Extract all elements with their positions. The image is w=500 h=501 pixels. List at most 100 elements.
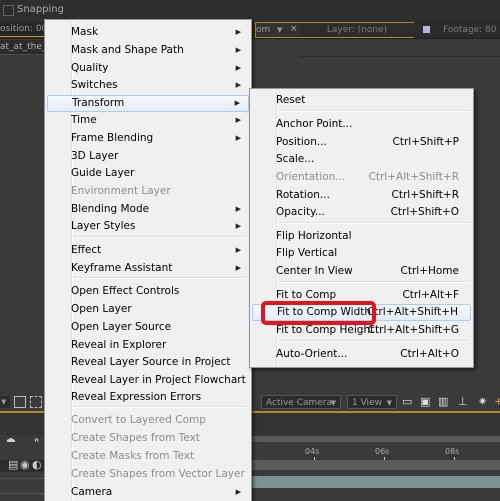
submenu-item-scale[interactable]: Scale... xyxy=(252,151,471,168)
shortcut-label: Ctrl+Alt+Shift+H xyxy=(366,306,458,318)
menu-item-label: Guide Layer xyxy=(71,167,135,179)
menu-separator xyxy=(278,281,469,283)
menu-item-frame-blending[interactable]: Frame Blending ▶ xyxy=(47,130,249,147)
submenu-item-orientation: Orientation... Ctrl+Alt+Shift+R xyxy=(252,169,471,186)
menu-item-quality[interactable]: Quality ▶ xyxy=(47,60,249,77)
footage-swatch-icon xyxy=(423,26,430,33)
menu-item-label: Reveal in Explorer xyxy=(71,339,167,351)
menu-item-label: Rotation... xyxy=(276,189,330,201)
plus-icon[interactable]: + xyxy=(494,395,500,409)
menu-item-label: Transform xyxy=(72,97,125,109)
menu-item-label: Mask xyxy=(71,26,99,38)
menu-item-open-effect-controls[interactable]: Open Effect Controls xyxy=(47,283,249,300)
menu-item-label: Auto-Orient... xyxy=(276,348,348,360)
menu-item-layer-styles[interactable]: Layer Styles ▶ xyxy=(47,218,249,235)
menu-item-switches[interactable]: Switches ▶ xyxy=(47,77,249,94)
region-of-interest-icon[interactable] xyxy=(14,396,26,408)
submenu-item-center-in-view[interactable]: Center In View Ctrl+Home xyxy=(252,263,471,280)
submenu-item-rotation[interactable]: Rotation... Ctrl+Shift+R xyxy=(252,187,471,204)
menu-item-label: Fit to Comp Height xyxy=(276,324,375,336)
menu-item-camera[interactable]: Camera ▶ xyxy=(47,484,249,501)
menu-item-label: 3D Layer xyxy=(71,150,119,162)
submenu-item-reset[interactable]: Reset xyxy=(252,92,471,109)
menu-item-create-masks-from-text: Create Masks from Text xyxy=(47,448,249,465)
submenu-arrow-icon: ▶ xyxy=(235,264,241,272)
frame-blending-icon[interactable]: ▤ xyxy=(8,458,18,472)
snapping-label: Snapping xyxy=(17,4,64,15)
layer-duration-bar[interactable] xyxy=(250,476,500,488)
menu-item-label: Time xyxy=(71,114,97,126)
snapping-checkbox[interactable] xyxy=(3,5,14,16)
layer-context-menu: Mask ▶ Mask and Shape Path ▶ Quality ▶ Switche… xyxy=(44,19,252,501)
menu-item-label: Reset xyxy=(276,94,306,106)
menu-item-label: Quality xyxy=(71,62,109,74)
timeline-icon[interactable]: ▥ xyxy=(438,395,448,409)
submenu-item-auto-orient[interactable]: Auto-Orient... Ctrl+Alt+O xyxy=(252,346,471,363)
fast-previews-icon[interactable]: ▣ xyxy=(420,395,430,409)
submenu-arrow-icon: ▶ xyxy=(235,134,241,142)
flowchart-icon[interactable]: ⊥ xyxy=(458,395,468,409)
exposure-icon[interactable]: ✷ xyxy=(478,395,487,409)
submenu-arrow-icon: ▶ xyxy=(234,99,240,107)
transparency-grid-icon[interactable] xyxy=(30,396,42,408)
submenu-item-position[interactable]: Position... Ctrl+Shift+P xyxy=(252,134,471,151)
tick-label: 08s xyxy=(445,447,460,456)
menu-item-time[interactable]: Time ▶ xyxy=(47,112,249,129)
menu-item-label: Convert to Layered Comp xyxy=(71,414,206,426)
tick-label: 04s xyxy=(305,447,320,456)
menu-item-open-layer-source[interactable]: Open Layer Source xyxy=(47,319,249,336)
menu-item-blending-mode[interactable]: Blending Mode ▶ xyxy=(47,201,249,218)
menu-item-label: Effect xyxy=(71,244,102,256)
menu-item-guide-layer[interactable]: Guide Layer xyxy=(47,165,249,182)
menu-item-open-layer[interactable]: Open Layer xyxy=(47,301,249,318)
menu-item-label: Switches xyxy=(71,79,118,91)
layer-tab[interactable]: Layer: (none) xyxy=(300,22,414,38)
menu-separator xyxy=(278,340,469,342)
submenu-item-anchor-point[interactable]: Anchor Point... xyxy=(252,116,471,133)
menu-item-transform[interactable]: Transform ▶ xyxy=(47,95,249,112)
menu-item-create-shapes-from-vector-layer: Create Shapes from Vector Layer xyxy=(47,466,249,483)
left-panel-tab[interactable]: osition: 00 xyxy=(0,22,44,37)
menu-item-reveal-layer-source-in-project[interactable]: Reveal Layer Source in Project xyxy=(47,354,249,371)
menu-item-label: Open Layer Source xyxy=(71,321,172,333)
motion-blur-icon[interactable]: ◉ xyxy=(20,458,30,472)
menu-item-label: Scale... xyxy=(276,153,315,165)
view-layout-value: 1 View xyxy=(352,398,382,408)
menu-item-reveal-in-explorer[interactable]: Reveal in Explorer xyxy=(47,337,249,354)
menu-item-label: Create Masks from Text xyxy=(71,450,195,462)
layer-switch-cells xyxy=(0,478,44,494)
submenu-item-flip-horizontal[interactable]: Flip Horizontal xyxy=(252,228,471,245)
menu-item-effect[interactable]: Effect ▶ xyxy=(47,242,249,259)
submenu-item-opacity[interactable]: Opacity... Ctrl+Shift+O xyxy=(252,204,471,221)
close-icon[interactable]: × xyxy=(290,24,298,34)
chevron-down-icon: ▼ xyxy=(1,398,7,406)
menu-item-mask[interactable]: Mask ▶ xyxy=(47,24,249,41)
menu-item-reveal-expression-errors[interactable]: Reveal Expression Errors xyxy=(47,389,249,406)
graph-editor-icon[interactable]: ◐ xyxy=(32,458,42,472)
camera-select[interactable]: Active Camera ▼ xyxy=(261,395,341,409)
menu-item-label: Fit to Comp xyxy=(276,289,337,301)
menu-item-label: Reveal Layer in Project Flowchart xyxy=(71,374,246,386)
menu-item-reveal-layer-in-project-flowchart[interactable]: Reveal Layer in Project Flowchart xyxy=(47,372,249,389)
menu-item-mask-and-shape-path[interactable]: Mask and Shape Path ▶ xyxy=(47,42,249,59)
submenu-arrow-icon: ▶ xyxy=(235,46,241,54)
menu-item-label: Open Effect Controls xyxy=(71,285,180,297)
view-layout-select[interactable]: 1 View ▼ xyxy=(347,395,397,409)
menu-separator xyxy=(278,222,469,224)
menu-item-label: Create Shapes from Vector Layer xyxy=(71,468,245,480)
menu-item-label: Opacity... xyxy=(276,206,325,218)
comp-tab-dropdown-icon[interactable]: ▼ xyxy=(277,26,282,34)
menu-item-label: Layer Styles xyxy=(71,220,136,232)
menu-item-create-shapes-from-text: Create Shapes from Text xyxy=(47,430,249,447)
submenu-arrow-icon: ▶ xyxy=(235,246,241,254)
submenu-item-flip-vertical[interactable]: Flip Vertical xyxy=(252,245,471,262)
menu-item-3d-layer[interactable]: 3D Layer xyxy=(47,148,249,165)
toggle-pixel-aspect-icon[interactable]: ▭ xyxy=(402,395,412,409)
toolbar-dropdown[interactable]: ▼ xyxy=(0,396,10,408)
menu-item-label: Position... xyxy=(276,136,327,148)
layer-name-field[interactable]: at_at_the_ xyxy=(0,40,44,55)
chevron-down-icon: ▼ xyxy=(386,399,392,407)
menu-item-label: Flip Horizontal xyxy=(276,230,352,242)
menu-item-keyframe-assistant[interactable]: Keyframe Assistant ▶ xyxy=(47,260,249,277)
footage-tab[interactable]: Footage: 80 xyxy=(443,22,497,38)
